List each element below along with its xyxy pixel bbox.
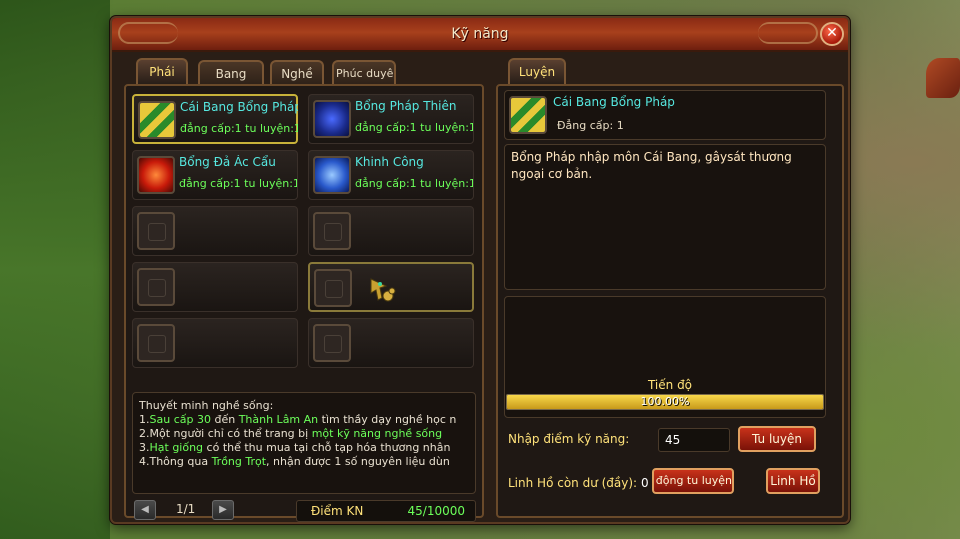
staff-icon: [138, 101, 176, 139]
skill-name: Bổng Pháp Thiên: [355, 99, 457, 113]
selected-skill-level: Đẳng cấp: 1: [557, 119, 624, 132]
description-line: 3.Hạt giống có thể thu mua tại chỗ tạp h…: [139, 441, 451, 454]
auto-train-button[interactable]: Tự động tu luyện: [652, 468, 734, 494]
description-line: 1.Sau cấp 30 đến Thành Lâm An tìm thầy d…: [139, 413, 457, 426]
selected-skill-name: Cái Bang Bổng Pháp: [553, 95, 675, 109]
staff-icon: [509, 96, 547, 134]
tree-foliage: [0, 0, 110, 539]
skill-level: đẳng cấp:1 tu luyện:1(: [180, 122, 298, 135]
spirit-button[interactable]: Linh Hồ: [766, 468, 820, 494]
train-button[interactable]: Tu luyện: [738, 426, 816, 452]
skills-list-panel: Cái Bang Bổng Pháp đẳng cấp:1 tu luyện:1…: [124, 84, 484, 522]
empty-slot-icon: [137, 268, 175, 306]
points-input[interactable]: 45: [658, 428, 730, 452]
skill-slot[interactable]: Bổng Đả Ác Cẩu đẳng cấp:1 tu luyện:1(: [132, 150, 298, 200]
window-titlebar[interactable]: Kỹ năng ✕: [112, 18, 848, 52]
empty-slot-icon: [313, 212, 351, 250]
training-panel: Cái Bang Bổng Pháp Đẳng cấp: 1 Bổng Pháp…: [496, 84, 844, 518]
swirl-icon: [313, 156, 351, 194]
next-arrow-icon[interactable]: ▶: [212, 500, 234, 520]
points-value: 45/10000: [407, 504, 466, 518]
empty-slot-icon: [314, 269, 352, 307]
prev-arrow-icon[interactable]: ◀: [134, 500, 156, 520]
skill-points-box: Điểm KN 45/10000: [296, 500, 476, 522]
empty-skill-slot[interactable]: [308, 206, 474, 256]
pointer-cursor-icon: [370, 278, 396, 302]
progress-label: Tiến độ: [647, 378, 693, 392]
skill-name: Bổng Đả Ác Cẩu: [179, 155, 276, 169]
skill-slot[interactable]: Khinh Công đẳng cấp:1 tu luyện:1(: [308, 150, 474, 200]
description-heading: Thuyết minh nghề sống:: [139, 399, 274, 412]
empty-slot-icon: [313, 324, 351, 362]
selected-skill-header: Cái Bang Bổng Pháp Đẳng cấp: 1: [504, 90, 826, 140]
empty-skill-slot[interactable]: [132, 262, 298, 312]
fox-creature: [926, 58, 960, 98]
empty-skill-slot[interactable]: [132, 206, 298, 256]
points-input-label: Nhập điểm kỹ năng:: [508, 432, 630, 446]
crossed-staves-icon: [137, 156, 175, 194]
skill-slot[interactable]: Bổng Pháp Thiên đẳng cấp:1 tu luyện:1(: [308, 94, 474, 144]
skill-slot[interactable]: Cái Bang Bổng Pháp đẳng cấp:1 tu luyện:1…: [132, 94, 298, 144]
progress-bar: 100.00%: [506, 394, 824, 410]
points-label: Điểm KN: [311, 504, 364, 518]
selected-skill-description: Bổng Pháp nhập môn Cái Bang, gâysát thươ…: [504, 144, 826, 290]
close-icon[interactable]: ✕: [820, 22, 844, 46]
spirit-label: Linh Hồ còn dư (đầy): 0: [508, 476, 649, 490]
life-skill-description: Thuyết minh nghề sống: 1.Sau cấp 30 đến …: [132, 392, 476, 494]
description-line: 4.Thông qua Trồng Trọt, nhận được 1 số n…: [139, 455, 450, 468]
empty-skill-slot[interactable]: [132, 318, 298, 368]
progress-value: 100.00%: [640, 395, 690, 408]
window-title: Kỹ năng: [451, 26, 509, 42]
empty-slot-icon: [137, 212, 175, 250]
description-line: 2.Một người chỉ có thể trang bị một kỹ n…: [139, 427, 443, 440]
skill-level: đẳng cấp:1 tu luyện:1(: [355, 121, 473, 134]
blue-scroll-icon: [313, 100, 351, 138]
skill-name: Khinh Công: [355, 155, 424, 169]
empty-slot-icon: [137, 324, 175, 362]
skills-window: Kỹ năng ✕ Phái Bang hội Nghề Phúc duyên …: [110, 16, 850, 524]
page-number: 1/1: [176, 502, 196, 516]
skill-name: Cái Bang Bổng Pháp: [180, 100, 298, 114]
skill-level: đẳng cấp:1 tu luyện:1(: [179, 177, 297, 190]
empty-skill-slot[interactable]: [308, 318, 474, 368]
skill-level: đẳng cấp:1 tu luyện:1(: [355, 177, 473, 190]
